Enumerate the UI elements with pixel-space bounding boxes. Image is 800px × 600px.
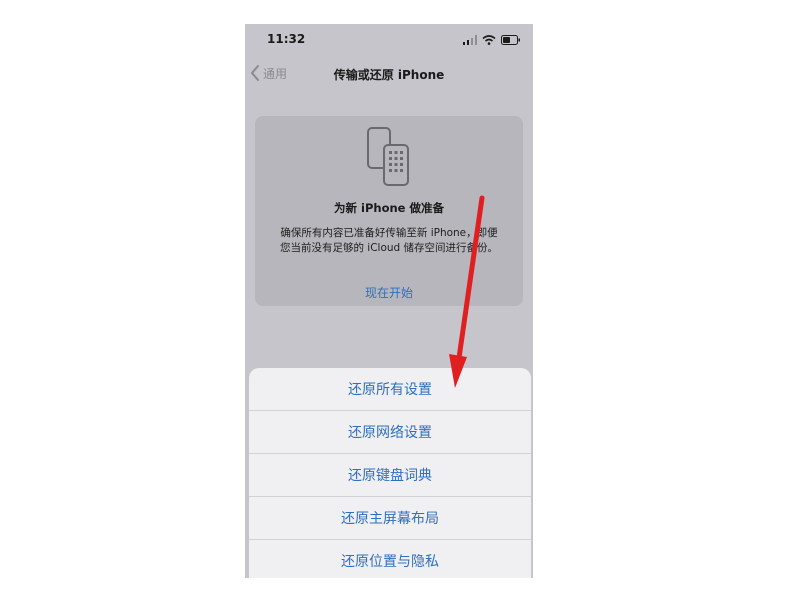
phone-transfer-icon	[367, 127, 409, 186]
card-description: 确保所有内容已准备好传输至新 iPhone，即便 您当前没有足够的 iCloud…	[265, 226, 513, 256]
status-icons	[463, 34, 521, 46]
prepare-new-iphone-card: 为新 iPhone 做准备 确保所有内容已准备好传输至新 iPhone，即便 您…	[255, 116, 523, 306]
reset-network-settings-button[interactable]: 还原网络设置	[249, 411, 531, 454]
reset-action-sheet: 还原所有设置 还原网络设置 还原键盘词典 还原主屏幕布局 还原位置与隐私	[249, 368, 531, 578]
signal-icon	[463, 35, 477, 45]
status-bar: 11:32	[245, 24, 533, 56]
reset-keyboard-dictionary-button[interactable]: 还原键盘词典	[249, 454, 531, 497]
start-now-link[interactable]: 现在开始	[255, 284, 523, 301]
page-title: 传输或还原 iPhone	[333, 68, 445, 82]
status-time: 11:32	[267, 32, 306, 46]
navigation-bar: 通用 传输或还原 iPhone	[245, 60, 533, 90]
reset-home-screen-layout-button[interactable]: 还原主屏幕布局	[249, 497, 531, 540]
phone-screen: 11:32 通用 传输或还原 iPhone 为新 iPhone 做准备 确保所有…	[245, 24, 533, 578]
wifi-icon	[482, 35, 496, 45]
card-description-line: 确保所有内容已准备好传输至新 iPhone，即便	[280, 227, 498, 239]
reset-all-settings-button[interactable]: 还原所有设置	[249, 368, 531, 411]
card-title: 为新 iPhone 做准备	[334, 201, 444, 215]
card-description-line: 您当前没有足够的 iCloud 储存空间进行备份。	[279, 242, 499, 254]
reset-location-privacy-button[interactable]: 还原位置与隐私	[249, 540, 531, 578]
battery-icon	[501, 35, 520, 45]
